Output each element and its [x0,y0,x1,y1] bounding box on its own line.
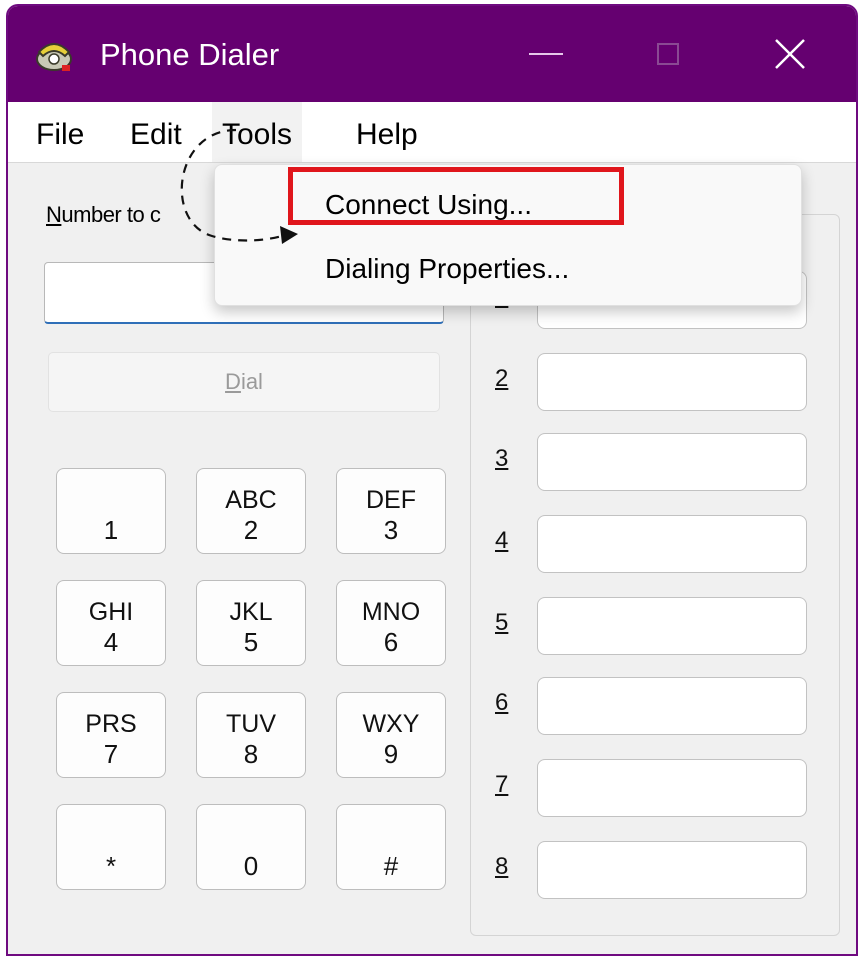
key-star[interactable]: * [56,804,166,890]
key-letters: JKL [229,598,273,626]
maximize-icon [657,43,679,65]
key-letters: DEF [366,486,416,514]
key-hash[interactable]: # [336,804,446,890]
speed-dial-row: 8 [471,841,841,901]
speed-dial-number: 3 [495,445,509,472]
key-3[interactable]: DEF 3 [336,468,446,554]
close-button[interactable] [730,6,850,102]
window-title: Phone Dialer [100,37,280,72]
key-6[interactable]: MNO 6 [336,580,446,666]
key-4[interactable]: GHI 4 [56,580,166,666]
speed-dial-row: 4 [471,515,841,575]
speed-dial-row: 6 [471,677,841,737]
speed-dial-number: 2 [495,365,509,392]
menu-help[interactable]: Help [346,102,428,162]
key-digit: 9 [383,739,399,769]
key-letters: MNO [361,598,421,626]
number-label-rest: umber to c [61,202,161,227]
speed-dial-number: 6 [495,689,509,716]
key-2[interactable]: ABC 2 [196,468,306,554]
number-to-dial-label: Number to c [46,202,161,228]
key-digit: 3 [383,515,399,545]
speed-dial-button-7[interactable] [537,759,807,817]
key-letters: TUV [226,710,276,738]
key-digit: # [383,851,399,881]
key-1[interactable]: 1 [56,468,166,554]
tools-dropdown-menu: Connect Using... Dialing Properties... [214,164,802,306]
key-digit: 6 [383,627,399,657]
speed-dial-button-8[interactable] [537,841,807,899]
menu-file[interactable]: File [26,102,94,162]
key-letters: ABC [225,486,277,514]
keypad: 1 ABC 2 DEF 3 GHI 4 JKL 5 MNO 6 PRS 7 TUV 8 WXY… [56,468,446,890]
dial-button[interactable]: Dial [48,352,440,412]
minimize-icon [529,53,563,55]
dial-label-rest: ial [240,369,263,394]
speed-dial-number: 7 [495,771,509,798]
key-digit: 4 [103,627,119,657]
speed-dial-number: 4 [495,527,509,554]
menu-item-connect-using[interactable]: Connect Using... [325,187,532,223]
speed-dial-button-2[interactable] [537,353,807,411]
key-letters: WXY [362,710,420,738]
number-label-accesskey: N [46,202,62,227]
key-digit: 8 [243,739,259,769]
key-9[interactable]: WXY 9 [336,692,446,778]
key-digit: 5 [243,627,259,657]
phone-dialer-window: Phone Dialer File Edit Tools Help Number… [6,4,858,956]
title-bar[interactable]: Phone Dialer [8,6,856,102]
speed-dial-row: 7 [471,759,841,819]
speed-dial-button-6[interactable] [537,677,807,735]
speed-dial-number: 8 [495,853,509,880]
maximize-button[interactable] [608,6,728,102]
menu-tools[interactable]: Tools [212,102,303,162]
speed-dial-button-5[interactable] [537,597,807,655]
speed-dial-row: 3 [471,433,841,493]
key-letters: GHI [88,598,134,626]
key-letters: PRS [85,710,137,738]
menu-item-dialing-properties[interactable]: Dialing Properties... [325,251,569,287]
key-digit: 7 [103,739,119,769]
key-digit: 0 [243,851,259,881]
close-icon [775,39,805,69]
menu-edit[interactable]: Edit [120,102,192,162]
minimize-button[interactable] [486,6,606,102]
speed-dial-button-3[interactable] [537,433,807,491]
speed-dial-number: 5 [495,609,509,636]
key-digit: 2 [243,515,259,545]
key-0[interactable]: 0 [196,804,306,890]
key-7[interactable]: PRS 7 [56,692,166,778]
menu-bar: File Edit Tools Help [8,102,856,163]
key-digit: * [105,851,117,881]
key-8[interactable]: TUV 8 [196,692,306,778]
speed-dial-row: 5 [471,597,841,657]
dial-accesskey: D [225,369,241,394]
key-5[interactable]: JKL 5 [196,580,306,666]
speed-dial-row: 2 [471,353,841,413]
speed-dial-button-4[interactable] [537,515,807,573]
phone-dialer-app-icon [36,43,72,71]
speed-dial-group: 1 2 3 4 5 6 7 8 [470,214,840,936]
key-digit: 1 [103,515,119,545]
